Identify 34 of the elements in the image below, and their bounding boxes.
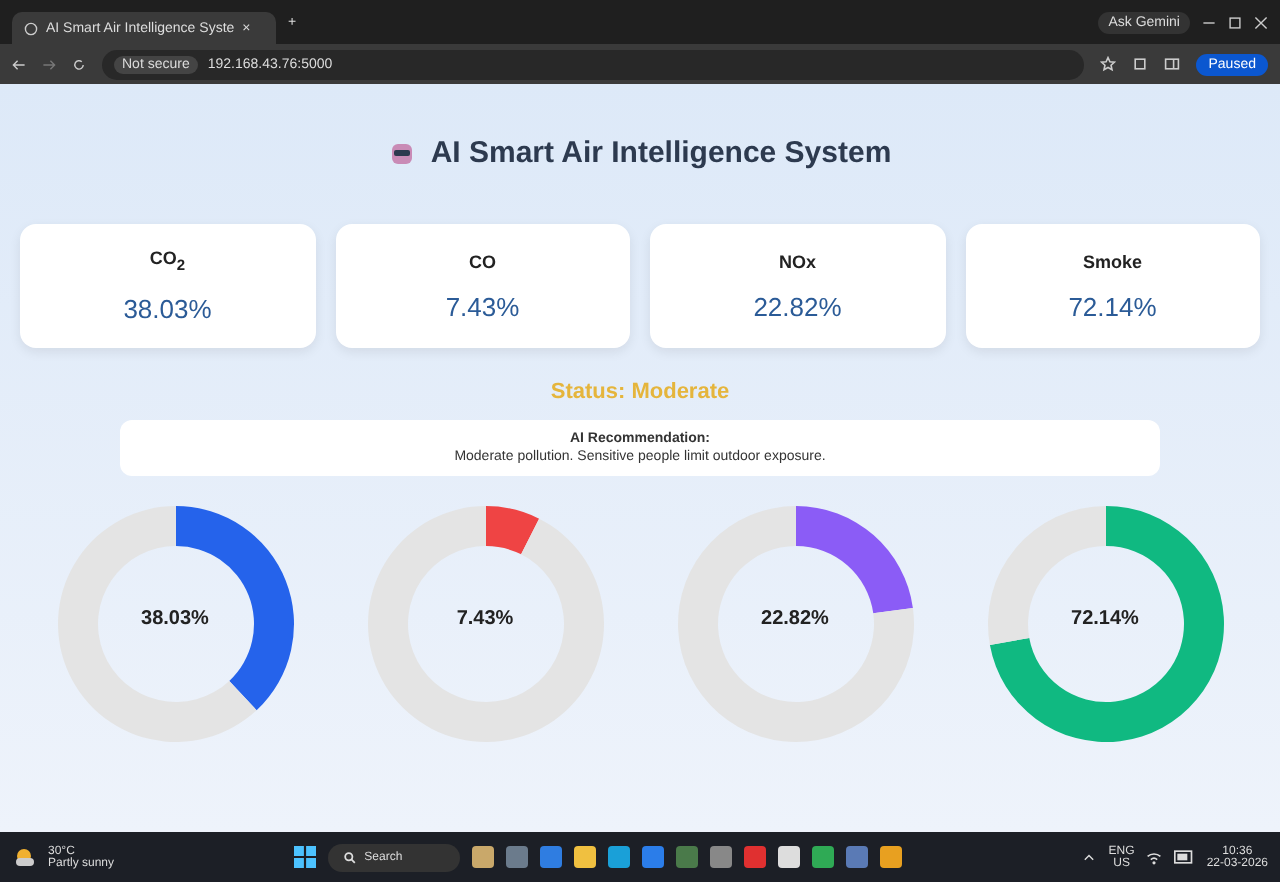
weather-icon[interactable] bbox=[12, 845, 36, 869]
gas-value: 7.43% bbox=[445, 291, 520, 321]
reload-icon[interactable] bbox=[72, 57, 86, 71]
app-icon[interactable] bbox=[574, 846, 597, 868]
gas-value: 38.03% bbox=[123, 293, 212, 324]
globe-icon bbox=[24, 21, 38, 35]
sidebar-icon[interactable] bbox=[1164, 56, 1181, 72]
robot-icon bbox=[388, 138, 417, 166]
gauge-reading: 72.14% bbox=[1069, 608, 1141, 630]
search-icon bbox=[344, 851, 357, 863]
gas-value: 72.14% bbox=[1068, 291, 1157, 321]
gas-value: 22.82% bbox=[753, 291, 842, 321]
star-icon[interactable] bbox=[1100, 56, 1117, 72]
gas-label: NOx bbox=[778, 251, 816, 271]
gas-label: CO bbox=[469, 251, 496, 271]
gas-label: CO$_{2}$ bbox=[149, 248, 186, 274]
app-icon[interactable] bbox=[880, 846, 903, 868]
gas-label: Smoke bbox=[1082, 251, 1142, 271]
status-text: Status: Moderate bbox=[550, 380, 730, 404]
app-icon[interactable] bbox=[608, 846, 631, 868]
battery-icon[interactable] bbox=[1174, 850, 1195, 864]
app-icon[interactable] bbox=[778, 846, 801, 868]
gauge-reading: 22.82% bbox=[759, 608, 831, 630]
back-icon[interactable] bbox=[12, 57, 26, 71]
chevron-up-icon[interactable] bbox=[1082, 850, 1097, 864]
page-title: AI Smart Air Intelligence System bbox=[430, 135, 892, 169]
gauge-reading: 38.03% bbox=[139, 608, 211, 630]
close-icon[interactable] bbox=[1254, 15, 1268, 29]
wifi-icon[interactable] bbox=[1146, 849, 1163, 865]
maximize-icon[interactable] bbox=[1228, 15, 1242, 29]
app-icon[interactable] bbox=[472, 846, 495, 868]
windows-start-icon[interactable] bbox=[294, 846, 317, 868]
gauge-reading: 7.43% bbox=[454, 608, 516, 630]
app-icon[interactable] bbox=[812, 846, 835, 868]
